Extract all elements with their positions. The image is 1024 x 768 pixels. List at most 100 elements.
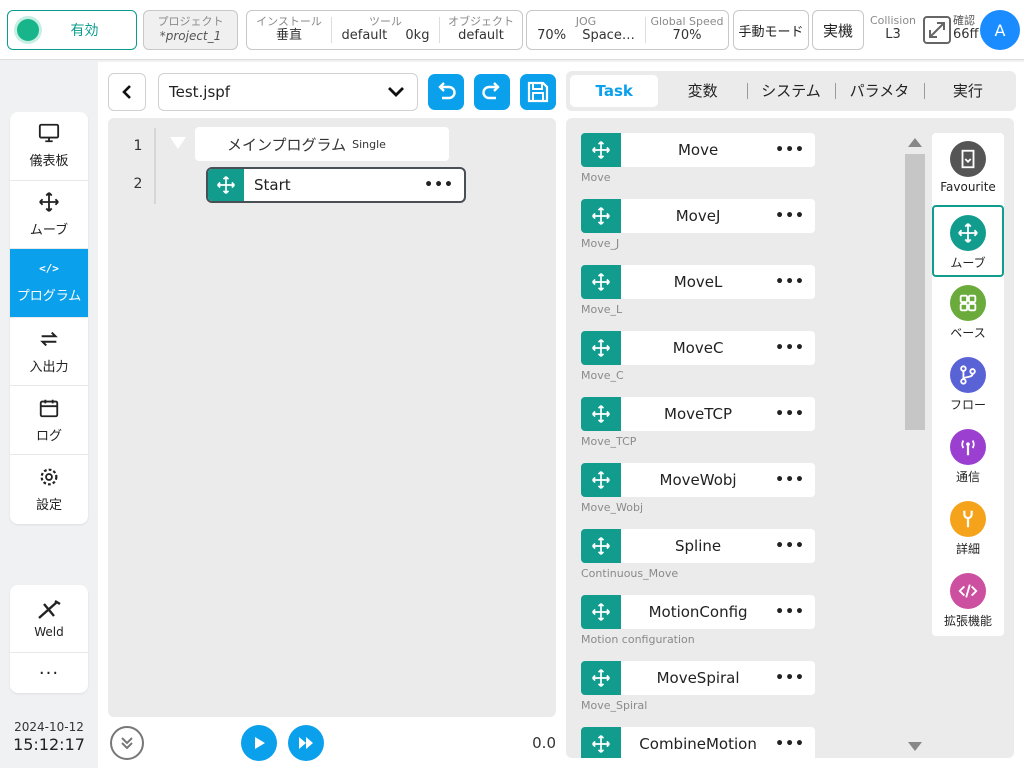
command-description: Move_TCP [581,435,637,448]
command-item[interactable]: Spline ••• Continuous_Move [581,529,815,580]
nav-item-program[interactable]: </> プログラム [10,249,88,318]
command-menu-button[interactable]: ••• [775,604,815,620]
jog-space: Space… [582,28,635,43]
project-selector[interactable]: プロジェクト *project_1 [143,10,238,50]
tab-run[interactable]: 実行 [923,75,1012,107]
confirm-indicator[interactable]: 確認 66ff [953,14,981,43]
category-item[interactable]: ベース [932,277,1004,349]
command-menu-button[interactable]: ••• [775,208,815,224]
tab-variables[interactable]: 変数 [658,75,746,107]
command-pill[interactable]: MoveSpiral ••• [581,661,815,695]
main-program-node[interactable]: メインプログラム Single [195,127,449,161]
category-item[interactable]: 拡張機能 [932,565,1004,637]
nav-label: プログラム [16,288,82,304]
nav-item-settings[interactable]: 設定 [10,455,88,524]
scroll-down-icon[interactable] [908,742,922,751]
command-menu-button[interactable]: ••• [775,406,815,422]
chevron-left-icon [122,85,131,99]
bookmark-icon [950,141,986,177]
top-status-bar: 有効 プロジェクト *project_1 インストール 垂直 ツール defau… [0,0,1024,60]
command-pill[interactable]: CombineMotion ••• [581,727,815,758]
install-tool-object-panel[interactable]: インストール 垂直 ツール default 0kg オブジェクト default [246,10,523,50]
object-segment[interactable]: オブジェクト default [439,15,522,43]
user-avatar[interactable]: A [980,10,1020,50]
command-pill[interactable]: Move ••• [581,133,815,167]
command-menu-button[interactable]: ••• [775,736,815,752]
command-pill[interactable]: MoveWobj ••• [581,463,815,497]
command-item[interactable]: MoveC ••• Move_C [581,331,815,382]
move-icon [950,215,986,251]
tab-parameters[interactable]: パラメタ [835,75,923,107]
program-tree: 1 2 メインプログラム Single Start ••• [108,118,556,717]
command-menu-button[interactable]: ••• [775,340,815,356]
nav-label: 儀表板 [29,154,69,170]
nav-label: ムーブ [29,222,69,238]
nav-item-io[interactable]: 入出力 [10,318,88,387]
manual-mode-button[interactable]: 手動モード [733,10,809,50]
save-button[interactable] [520,74,556,110]
command-item[interactable]: MoveJ ••• Move_J [581,199,815,250]
command-menu-button[interactable]: ••• [775,670,815,686]
nav-item-log[interactable]: ログ [10,386,88,455]
command-item[interactable]: MoveL ••• Move_L [581,265,815,316]
command-pill[interactable]: MotionConfig ••• [581,595,815,629]
category-item[interactable]: フロー [932,349,1004,421]
program-file-select[interactable]: Test.jspf [158,73,418,111]
tab-system[interactable]: システム [746,75,835,107]
real-machine-button[interactable]: 実機 [812,10,864,50]
category-item[interactable]: 詳細 [932,493,1004,565]
expand-icon[interactable] [922,15,952,45]
global-speed-segment[interactable]: Global Speed 70% [645,15,728,43]
node-menu-button[interactable]: ••• [424,177,464,193]
monitor-icon [38,124,60,143]
nav-item-move[interactable]: ムーブ [10,181,88,250]
command-item[interactable]: MoveTCP ••• Move_TCP [581,397,815,448]
category-label: 通信 [955,470,980,484]
command-item[interactable]: MotionConfig ••• Motion configuration [581,595,815,646]
command-menu-button[interactable]: ••• [775,472,815,488]
command-pill[interactable]: MoveC ••• [581,331,815,365]
step-run-button[interactable] [288,725,324,761]
command-item[interactable]: MoveWobj ••• Move_Wobj [581,463,815,514]
confirm-label: 確認 [953,14,975,27]
jog-speed-panel[interactable]: JOG 70% Space… Global Speed 70% [526,10,729,50]
enable-button[interactable]: 有効 [7,10,137,50]
command-pill[interactable]: Spline ••• [581,529,815,563]
command-pill[interactable]: MoveJ ••• [581,199,815,233]
undo-button[interactable] [428,74,464,110]
play-button[interactable] [241,725,277,761]
command-menu-button[interactable]: ••• [775,538,815,554]
command-label: MotionConfig [648,603,748,621]
command-pill[interactable]: MoveTCP ••• [581,397,815,431]
redo-button[interactable] [474,74,510,110]
collapse-triangle-icon[interactable] [170,137,186,149]
category-item[interactable]: 通信 [932,421,1004,493]
scroll-up-icon[interactable] [908,138,922,147]
back-button[interactable] [108,73,146,111]
command-scrollbar[interactable] [902,138,925,754]
chevron-down-icon [388,87,404,97]
tool-segment[interactable]: ツール default 0kg [331,15,439,43]
nav-item-dashboard[interactable]: 儀表板 [10,112,88,181]
scroll-thumb[interactable] [905,154,925,430]
command-description: Move_C [581,369,624,382]
command-menu-button[interactable]: ••• [775,274,815,290]
nav-more-button[interactable]: ··· [10,653,88,693]
redo-icon [482,82,500,100]
command-item[interactable]: MoveSpiral ••• Move_Spiral [581,661,815,712]
collision-indicator[interactable]: Collision L3 [866,14,920,43]
command-pill[interactable]: MoveL ••• [581,265,815,299]
category-item[interactable]: ムーブ [932,205,1004,277]
category-label: 詳細 [955,542,980,556]
install-segment[interactable]: インストール 垂直 [247,11,331,49]
tab-task[interactable]: Task [570,75,659,107]
collapse-all-button[interactable] [110,726,144,760]
jog-segment[interactable]: JOG 70% Space… [527,11,645,49]
command-menu-button[interactable]: ••• [775,142,815,158]
category-favourite[interactable]: Favourite [932,133,1004,205]
command-item[interactable]: Move ••• Move [581,133,815,184]
move-icon [581,595,621,629]
command-item[interactable]: CombineMotion ••• [581,727,815,758]
start-node[interactable]: Start ••• [206,167,466,203]
nav-item-weld[interactable]: Weld [10,585,88,653]
